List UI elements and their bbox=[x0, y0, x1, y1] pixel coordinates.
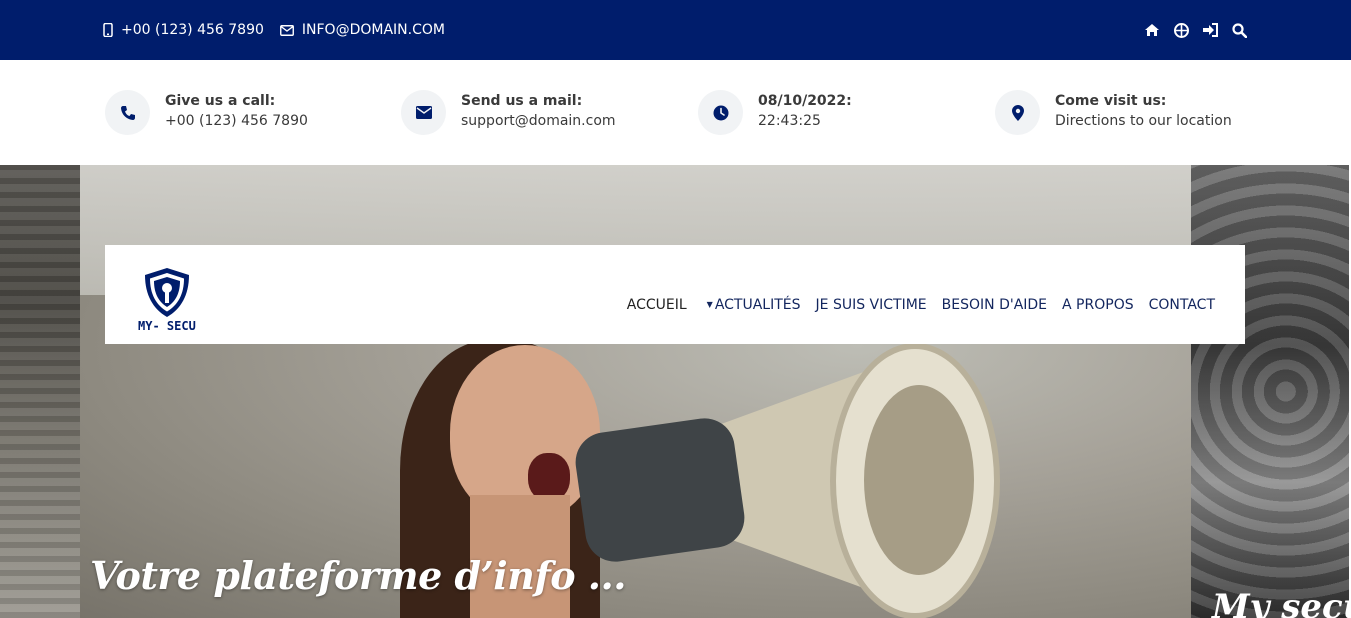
top-contact: +00 (123) 456 7890 INFO@DOMAIN.COM bbox=[103, 0, 461, 60]
megaphone-body bbox=[571, 414, 749, 566]
info-mail[interactable]: Send us a mail: support@domain.com bbox=[401, 90, 616, 135]
caret-down-icon: ▼ bbox=[706, 300, 713, 309]
megaphone-rim bbox=[830, 343, 1000, 618]
info-datetime: 08/10/2022: 22:43:25 bbox=[698, 90, 852, 135]
main-menu: ACCUEIL ▼ ACTUALITÉS JE SUIS VICTIME BESO… bbox=[612, 297, 1215, 313]
hero-title: Votre plateforme d’info ... bbox=[90, 553, 626, 598]
logo-text: MY- SECU bbox=[138, 319, 196, 333]
search-icon[interactable] bbox=[1231, 22, 1247, 38]
info-time: 22:43:25 bbox=[758, 113, 821, 129]
top-email-text: INFO@DOMAIN.COM bbox=[301, 22, 445, 38]
top-phone[interactable]: +00 (123) 456 7890 bbox=[103, 22, 264, 38]
mobile-icon bbox=[103, 23, 113, 37]
info-call-title: Give us a call: bbox=[165, 93, 276, 109]
top-phone-text: +00 (123) 456 7890 bbox=[121, 22, 264, 38]
info-mail-value: support@domain.com bbox=[461, 113, 616, 129]
nav-a-propos[interactable]: A PROPOS bbox=[1062, 297, 1134, 313]
nav-besoin-aide[interactable]: BESOIN D'AIDE bbox=[942, 297, 1047, 313]
info-location-title: Come visit us: bbox=[1055, 93, 1167, 109]
site-logo[interactable]: MY- SECU bbox=[138, 267, 208, 335]
hero-woman-mouth bbox=[528, 453, 570, 501]
phone-icon bbox=[105, 90, 150, 135]
nav-contact[interactable]: CONTACT bbox=[1149, 297, 1215, 313]
hero-next-slide bbox=[1191, 165, 1349, 618]
info-strip: Give us a call: +00 (123) 456 7890 Send … bbox=[0, 60, 1349, 165]
hero-woman-face bbox=[450, 345, 600, 520]
top-bar: +00 (123) 456 7890 INFO@DOMAIN.COM bbox=[0, 0, 1351, 60]
hero-prev-slide bbox=[0, 165, 80, 618]
home-icon[interactable] bbox=[1144, 22, 1160, 38]
main-navbar: MY- SECU ACCUEIL ▼ ACTUALITÉS JE SUIS VIC… bbox=[105, 245, 1245, 344]
clock-icon bbox=[698, 90, 743, 135]
top-icons bbox=[1144, 0, 1247, 60]
nav-accueil[interactable]: ACCUEIL bbox=[627, 297, 687, 313]
info-call-value: +00 (123) 456 7890 bbox=[165, 113, 308, 129]
nav-actualites[interactable]: ▼ ACTUALITÉS bbox=[707, 297, 801, 313]
hero-next-title: My secu bbox=[1212, 587, 1349, 618]
envelope-outline-icon bbox=[279, 24, 294, 36]
map-marker-icon bbox=[995, 90, 1040, 135]
info-location-value: Directions to our location bbox=[1055, 113, 1232, 129]
info-mail-title: Send us a mail: bbox=[461, 93, 583, 109]
envelope-icon bbox=[401, 90, 446, 135]
sign-in-icon[interactable] bbox=[1202, 22, 1218, 38]
top-email[interactable]: INFO@DOMAIN.COM bbox=[279, 22, 445, 38]
info-location[interactable]: Come visit us: Directions to our locatio… bbox=[995, 90, 1232, 135]
info-date: 08/10/2022: bbox=[758, 93, 852, 109]
globe-icon[interactable] bbox=[1173, 22, 1189, 38]
hero-slider[interactable]: Votre plateforme d’info ... My secu bbox=[0, 165, 1349, 618]
shield-icon bbox=[145, 268, 189, 317]
nav-victime[interactable]: JE SUIS VICTIME bbox=[816, 297, 927, 313]
info-call[interactable]: Give us a call: +00 (123) 456 7890 bbox=[105, 90, 308, 135]
nav-actualites-label: ACTUALITÉS bbox=[714, 297, 801, 313]
